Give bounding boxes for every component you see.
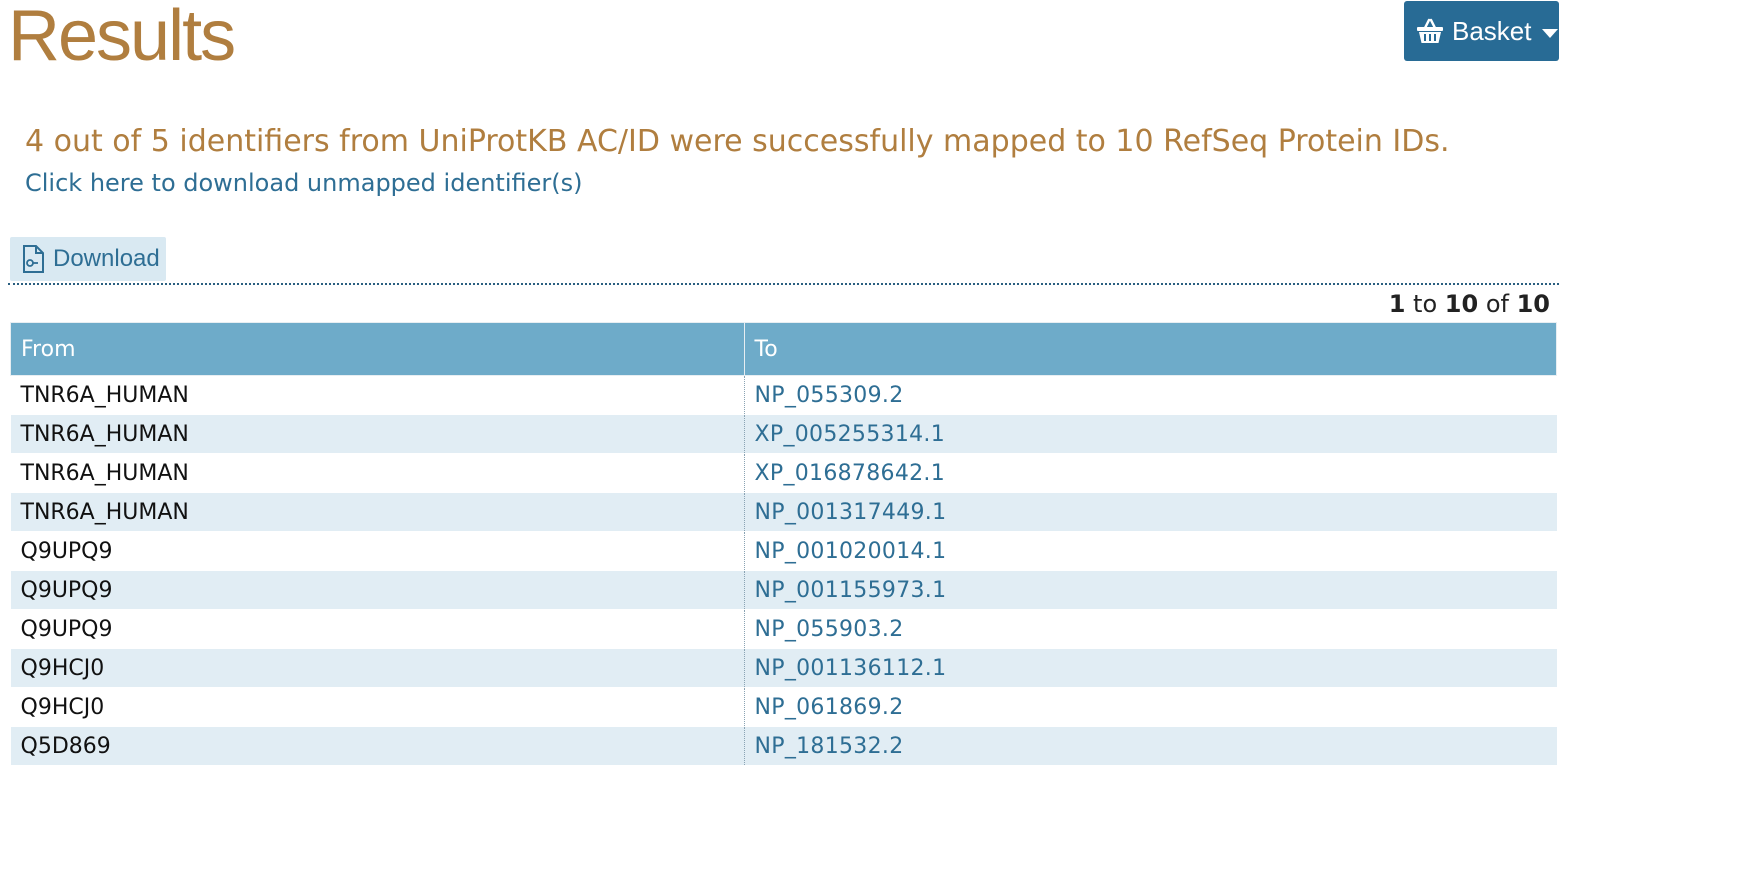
table-row: Q9UPQ9 NP_001020014.1 — [10, 531, 1557, 571]
column-header-from[interactable]: From — [10, 322, 745, 376]
table-row: TNR6A_HUMAN XP_005255314.1 — [10, 414, 1557, 454]
refseq-link[interactable]: NP_181532.2 — [755, 734, 904, 759]
chevron-down-icon — [1541, 28, 1558, 38]
from-cell: Q9UPQ9 — [10, 570, 745, 610]
refseq-link[interactable]: XP_016878642.1 — [755, 461, 946, 486]
table-row: TNR6A_HUMAN XP_016878642.1 — [10, 453, 1557, 493]
table-row: Q9HCJ0 NP_061869.2 — [10, 687, 1557, 727]
divider — [8, 283, 1559, 285]
table-row: TNR6A_HUMAN NP_055309.2 — [10, 375, 1557, 415]
from-cell: Q9UPQ9 — [10, 609, 745, 649]
from-cell: Q9HCJ0 — [10, 687, 745, 727]
from-cell: Q9UPQ9 — [10, 531, 745, 571]
pager-to: to — [1413, 290, 1438, 318]
table-row: Q9UPQ9 NP_001155973.1 — [10, 570, 1557, 610]
mapping-summary: 4 out of 5 identifiers from UniProtKB AC… — [25, 124, 1450, 159]
pager-of: of — [1485, 290, 1509, 318]
table-row: TNR6A_HUMAN NP_001317449.1 — [10, 492, 1557, 532]
basket-icon — [1416, 18, 1444, 44]
basket-button[interactable]: Basket — [1404, 1, 1559, 61]
table-header-row: From To — [10, 322, 1557, 376]
pager-start: 1 — [1388, 290, 1406, 318]
from-cell: Q5D869 — [10, 726, 745, 766]
table-row: Q9HCJ0 NP_001136112.1 — [10, 648, 1557, 688]
results-table: From To TNR6A_HUMAN NP_055309.2 TNR6A_HU… — [10, 322, 1557, 766]
refseq-link[interactable]: NP_055903.2 — [755, 617, 904, 642]
refseq-link[interactable]: NP_001136112.1 — [755, 656, 947, 681]
page-title: Results — [8, 0, 236, 76]
pagination-info: 1 to 10 of 10 — [1389, 290, 1550, 318]
download-unmapped-link[interactable]: Click here to download unmapped identifi… — [25, 169, 582, 197]
refseq-link[interactable]: NP_061869.2 — [755, 695, 904, 720]
refseq-link[interactable]: XP_005255314.1 — [755, 422, 946, 447]
table-row: Q5D869 NP_181532.2 — [10, 726, 1557, 766]
refseq-link[interactable]: NP_001317449.1 — [755, 500, 947, 525]
from-cell: TNR6A_HUMAN — [10, 414, 745, 454]
pager-end: 10 — [1444, 290, 1479, 318]
refseq-link[interactable]: NP_001020014.1 — [755, 539, 947, 564]
download-label: Download — [53, 245, 160, 272]
pager-total: 10 — [1516, 290, 1550, 318]
from-cell: TNR6A_HUMAN — [10, 453, 745, 493]
column-header-to[interactable]: To — [743, 322, 1557, 376]
from-cell: Q9HCJ0 — [10, 648, 745, 688]
refseq-link[interactable]: NP_055309.2 — [755, 383, 904, 408]
basket-label: Basket — [1452, 15, 1532, 46]
download-button[interactable]: Download — [10, 237, 166, 281]
refseq-link[interactable]: NP_001155973.1 — [755, 578, 947, 603]
from-cell: TNR6A_HUMAN — [10, 492, 745, 532]
from-cell: TNR6A_HUMAN — [10, 375, 745, 415]
download-file-icon — [21, 245, 45, 273]
table-row: Q9UPQ9 NP_055903.2 — [10, 609, 1557, 649]
